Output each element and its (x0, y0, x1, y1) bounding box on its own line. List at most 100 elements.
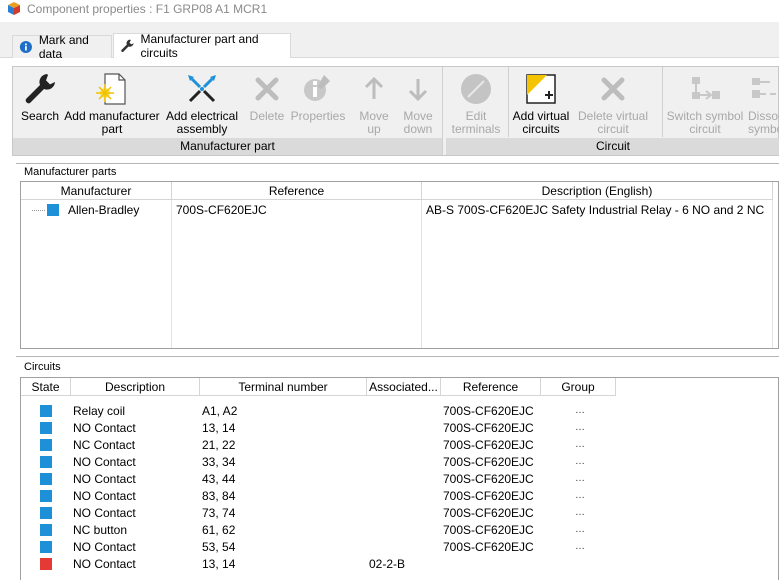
part-color-swatch (46, 204, 59, 216)
delete-button[interactable]: Delete (247, 69, 287, 139)
state-indicator (40, 540, 52, 553)
delete-icon (601, 77, 625, 101)
group-cell: … (575, 405, 585, 416)
table-row[interactable]: NC Contact 21, 22 700S-CF620EJC… (21, 436, 616, 453)
column-header-terminal-number[interactable]: Terminal number (200, 378, 367, 396)
section-title: Circuits (24, 361, 61, 373)
state-indicator (40, 472, 52, 485)
column-header-description[interactable]: Description (English) (422, 182, 773, 200)
table-row[interactable]: NO Contact 43, 44 700S-CF620EJC… (21, 470, 616, 487)
circuits-section: Circuits State Description Terminal numb… (16, 356, 779, 580)
associated-cell (367, 453, 441, 470)
dissociate-icon (752, 78, 776, 98)
column-header-manufacturer[interactable]: Manufacturer (21, 182, 172, 200)
search-label: Search (20, 109, 60, 123)
state-indicator (40, 506, 52, 519)
tab-manufacturer-part-and-circuits[interactable]: Manufacturer part and circuits (113, 32, 291, 60)
delete-virtual-circuit-label: Delete virtual circuit (577, 109, 649, 136)
table-row[interactable]: Relay coil A1, A2 700S-CF620EJC… (21, 402, 616, 419)
switch-symbol-circuit-button[interactable]: Switch symbol circuit (664, 69, 746, 139)
delete-virtual-circuit-button[interactable]: Delete virtual circuit (574, 69, 652, 139)
associated-cell (367, 402, 441, 419)
reference-cell: 700S-CF620EJC (443, 539, 534, 554)
state-indicator (40, 523, 52, 536)
associated-cell (367, 504, 441, 521)
table-row[interactable]: NO Contact 83, 84 700S-CF620EJC… (21, 487, 616, 504)
add-virtual-circuits-label: Add virtual circuits (512, 109, 570, 136)
description-cell: NO Contact (73, 454, 136, 469)
section-title: Manufacturer parts (24, 166, 117, 178)
add-manufacturer-part-button[interactable]: Add manufacturer part (63, 69, 161, 139)
terminal-number-cell: 83, 84 (202, 488, 236, 503)
reference-cell: 700S-CF620EJC (443, 437, 534, 452)
description-cell: NC button (73, 522, 128, 537)
terminal-number-cell: 53, 54 (202, 539, 236, 554)
table-row[interactable]: NO Contact 13, 14 700S-CF620EJC… (21, 419, 616, 436)
dissociate-symbol-label: Dissoc symbol (748, 109, 779, 136)
description-cell: AB-S 700S-CF620EJC Safety Industrial Rel… (426, 203, 765, 217)
ribbon-group-circuit: Edit terminals Add virtual circuits Dele… (446, 67, 779, 155)
group-cell: … (575, 456, 585, 467)
ribbon-group-caption: Manufacturer part (13, 138, 442, 155)
description-cell: NO Contact (73, 539, 136, 554)
associated-cell (367, 487, 441, 504)
description-cell: NO Contact (73, 471, 136, 486)
arrow-up-icon (364, 76, 384, 99)
column-header-state[interactable]: State (21, 378, 71, 396)
table-row[interactable]: NO Contact 53, 54 700S-CF620EJC … (21, 538, 616, 555)
description-cell: NO Contact (73, 420, 136, 435)
delete-label: Delete (249, 109, 285, 123)
dissociate-symbol-button[interactable]: Dissoc symbol (748, 69, 779, 139)
column-header-reference[interactable]: Reference (441, 378, 541, 396)
move-down-button[interactable]: Move down (395, 69, 441, 139)
properties-label: Properties (290, 109, 346, 123)
reference-cell: 700S-CF620EJC (176, 203, 267, 217)
associated-cell (367, 436, 441, 453)
group-cell: … (575, 422, 585, 433)
state-indicator (40, 489, 52, 502)
assembly-icon (188, 75, 216, 103)
terminal-number-cell: 43, 44 (202, 471, 236, 486)
switch-symbol-icon (692, 77, 720, 100)
terminal-number-cell: 13, 14 (202, 556, 236, 571)
column-header-reference[interactable]: Reference (172, 182, 422, 200)
reference-cell: 700S-CF620EJC (443, 522, 534, 537)
table-row[interactable]: ······· Allen-Bradley 700S-CF620EJC AB-S… (21, 201, 773, 219)
associated-cell: 02-2-B (369, 556, 406, 571)
reference-cell: 700S-CF620EJC (443, 403, 534, 418)
add-virtual-circuits-button[interactable]: Add virtual circuits (510, 69, 572, 139)
tab-label: Manufacturer part and circuits (140, 32, 259, 60)
properties-icon (304, 75, 330, 101)
group-cell: … (575, 473, 585, 484)
table-row[interactable]: NC button 61, 62 700S-CF620EJC… (21, 521, 616, 538)
properties-button[interactable]: Properties (289, 69, 347, 139)
ribbon-separator (662, 67, 663, 137)
column-header-group[interactable]: Group (541, 378, 616, 396)
group-cell (541, 555, 616, 572)
add-virtual-circuit-icon (526, 74, 556, 104)
column-header-associated[interactable]: Associated... (367, 378, 441, 396)
table-row[interactable]: NO Contact 33, 34 700S-CF620EJC… (21, 453, 616, 470)
description-cell: NC Contact (73, 437, 136, 452)
move-up-button[interactable]: Move up (351, 69, 397, 139)
terminal-number-cell: 61, 62 (202, 522, 236, 537)
column-header-description[interactable]: Description (71, 378, 200, 396)
wrench-icon (121, 39, 134, 53)
add-electrical-assembly-button[interactable]: Add electrical assembly (161, 69, 243, 139)
table-row[interactable]: NO Contact 13, 14 02-2-B (21, 555, 616, 572)
state-indicator (40, 404, 52, 417)
table-row[interactable]: NO Contact 73, 74 700S-CF620EJC… (21, 504, 616, 521)
reference-cell: 700S-CF620EJC (443, 454, 534, 469)
tab-mark-and-data[interactable]: Mark and data (12, 33, 112, 61)
wrench-icon (25, 74, 55, 104)
search-button[interactable]: Search (17, 69, 63, 139)
move-up-label: Move up (359, 109, 389, 136)
group-cell: … (575, 541, 585, 552)
title-bar: Component properties : F1 GRP08 A1 MCR1 (0, 0, 779, 22)
manufacturer-parts-section: Manufacturer parts Manufacturer Referenc… (16, 163, 779, 351)
manufacturer-cell: Allen-Bradley (67, 203, 140, 217)
tab-label: Mark and data (38, 33, 89, 61)
window-title: Component properties : F1 GRP08 A1 MCR1 (27, 2, 268, 16)
edit-terminals-button[interactable]: Edit terminals (446, 69, 506, 139)
terminal-number-cell: 73, 74 (202, 505, 236, 520)
